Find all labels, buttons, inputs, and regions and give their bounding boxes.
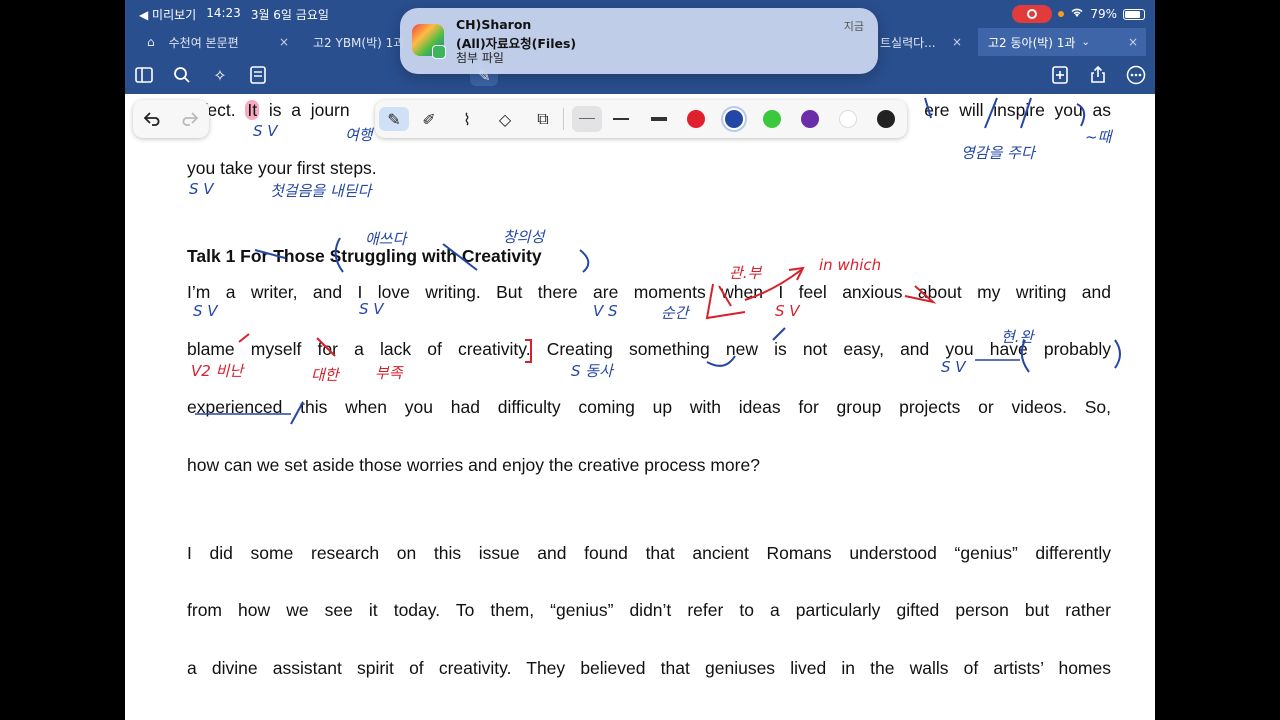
orange-dot-icon xyxy=(1058,11,1065,17)
pen-tools-group: ✎ ✐ ⌇ ◇ ⧉ xyxy=(375,100,907,138)
recording-indicator[interactable] xyxy=(1012,5,1053,23)
wifi-icon xyxy=(1070,7,1084,21)
battery-percent: 79% xyxy=(1090,7,1117,21)
tab-1-label: 수천여 본문편 xyxy=(168,35,239,50)
redo-icon[interactable] xyxy=(177,107,201,131)
marker-icon[interactable]: ⌇ xyxy=(455,107,479,131)
tab-close-icon[interactable]: × xyxy=(952,35,962,49)
ink-note: 창의성 xyxy=(503,228,545,246)
status-time: 14:23 xyxy=(206,6,241,20)
tab-3[interactable]: 트실력다... × xyxy=(870,28,970,56)
ink-note: 대한 xyxy=(311,366,339,384)
ipad-screen: ◀ 미리보기 14:23 3월 6일 금요일 79% ⌂ 수천여 본문편 × 고… xyxy=(125,0,1155,720)
notification-time: 지금 xyxy=(843,20,864,33)
ink-note: 첫걸음을 내딛다 xyxy=(270,182,372,200)
sparkle-icon[interactable]: ✧ xyxy=(209,64,231,86)
ink-note: V S xyxy=(593,302,618,320)
undo-redo-group xyxy=(133,100,209,138)
color-red-swatch[interactable] xyxy=(687,110,705,128)
share-icon[interactable] xyxy=(1087,64,1109,86)
undo-icon[interactable] xyxy=(141,107,165,131)
color-blue-swatch[interactable] xyxy=(725,110,743,128)
add-page-icon[interactable] xyxy=(1049,64,1071,86)
ink-note: V2 비난 xyxy=(191,362,244,380)
tab-4-label: 고2 동아(박) 1과 xyxy=(988,35,1076,50)
message-badge-icon xyxy=(432,45,446,59)
ink-note: S 동사 xyxy=(571,362,613,380)
color-black-swatch[interactable] xyxy=(877,110,895,128)
talk-heading: Talk 1 For Those Struggling with Creativ… xyxy=(187,246,542,266)
highlighter-icon[interactable]: ✐ xyxy=(417,107,441,131)
medium-stroke-button[interactable] xyxy=(613,118,629,120)
ink-note: ~때 xyxy=(1085,128,1112,146)
paragraph-1-line-1: I’m a writer, and I love writing. But th… xyxy=(187,282,1111,302)
ink-note: S V xyxy=(189,180,214,198)
back-to-preview[interactable]: ◀ 미리보기 xyxy=(139,6,196,23)
color-purple-swatch[interactable] xyxy=(801,110,819,128)
ink-note: S V xyxy=(193,302,218,320)
ink-note: 부족 xyxy=(375,364,403,382)
ink-note: S V xyxy=(775,302,800,320)
thin-stroke-button[interactable] xyxy=(572,106,602,132)
search-icon[interactable] xyxy=(171,64,193,86)
paragraph-1-line-2: blame myself for a lack of creativity. C… xyxy=(187,339,1111,359)
thick-stroke-button[interactable] xyxy=(651,117,667,121)
ink-note: 순간 xyxy=(661,304,689,322)
record-icon xyxy=(1027,9,1038,19)
ink-note: S V xyxy=(941,358,966,376)
more-options-icon[interactable] xyxy=(1125,64,1147,86)
tab-3-label: 트실력다... xyxy=(880,35,936,50)
tab-4-active[interactable]: 고2 동아(박) 1과 ⌄ × xyxy=(978,28,1146,56)
doc-line-2: you take your first steps. xyxy=(187,158,377,178)
tab-close-icon[interactable]: × xyxy=(279,35,289,49)
chevron-down-icon: ⌄ xyxy=(1081,36,1090,48)
color-white-swatch[interactable] xyxy=(839,110,857,128)
document-list-icon[interactable] xyxy=(247,64,269,86)
status-date: 3월 6일 금요일 xyxy=(250,8,329,22)
tab-close-icon[interactable]: × xyxy=(1128,35,1138,49)
paragraph-1-line-4: how can we set aside those worries and e… xyxy=(187,455,760,475)
color-green-swatch[interactable] xyxy=(763,110,781,128)
notification-banner[interactable]: CH)Sharon (All)자료요청(Files) 첨부 파일 지금 xyxy=(400,8,878,74)
sidebar-icon[interactable] xyxy=(133,64,155,86)
notification-sender: CH)Sharon xyxy=(456,17,532,32)
pen-palette: ✎ ✐ ⌇ ◇ ⧉ xyxy=(133,100,907,138)
paragraph-2-line-1: I did some research on this issue and fo… xyxy=(187,543,1111,563)
shapes-icon[interactable]: ⧉ xyxy=(531,107,555,131)
tab-1[interactable]: ⌂ 수천여 본문편 × xyxy=(137,28,297,56)
paragraph-2-line-3: a divine assistant spirit of creativity.… xyxy=(187,658,1111,678)
paragraph-2-line-2: from how we see it today. To them, “geni… xyxy=(187,600,1111,620)
eraser-icon[interactable]: ◇ xyxy=(493,107,517,131)
home-icon: ⌂ xyxy=(147,35,155,49)
divider xyxy=(563,108,564,130)
paragraph-1-line-3: experienced this when you had difficulty… xyxy=(187,397,1111,417)
pen-icon[interactable]: ✎ xyxy=(379,107,409,131)
tab-2-label: 고2 YBM(박) 1과 xyxy=(313,35,405,50)
notification-body: 첨부 파일 xyxy=(456,51,504,65)
battery-icon xyxy=(1123,8,1145,20)
